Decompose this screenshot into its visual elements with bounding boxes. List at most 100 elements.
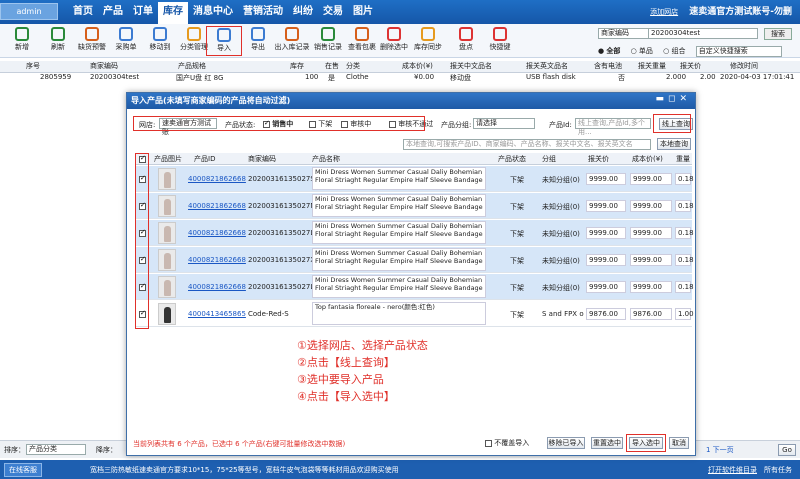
nav-home[interactable]: 首页 <box>68 0 98 24</box>
cost-input[interactable]: 9999.00 <box>630 254 672 266</box>
nav-trade[interactable]: 交易 <box>318 0 348 24</box>
weight-input[interactable]: 0.18 <box>675 200 694 212</box>
toolbar-alert-button[interactable]: 缺货预警 <box>74 26 110 56</box>
cost-input[interactable]: 9999.00 <box>630 173 672 185</box>
nav-marketing[interactable]: 营销活动 <box>238 0 288 24</box>
product-name[interactable]: Mini Dress Women Summer Casual Daliy Boh… <box>312 167 486 190</box>
local-query-button[interactable]: 本地查询 <box>657 138 691 150</box>
declared-price-input[interactable]: 9876.00 <box>586 308 626 320</box>
table-row[interactable]: 2805959 20200304test 国产U盘 红 8G 100 是 Clo… <box>0 73 800 85</box>
shortcut-icon <box>493 27 507 41</box>
cancel-button[interactable]: 取消 <box>669 437 689 449</box>
catalog-link[interactable]: 打开软件维目录 <box>708 465 757 475</box>
nav-order[interactable]: 订单 <box>128 0 158 24</box>
toolbar-sales-button[interactable]: 销售记录 <box>310 26 346 56</box>
product-status: 下架 <box>510 311 524 319</box>
pager[interactable]: 1 下一页 <box>706 445 734 455</box>
toolbar-purchase-button[interactable]: 采购单 <box>108 26 144 56</box>
window-controls[interactable]: ▬◻✕ <box>655 94 691 104</box>
user-badge[interactable]: admin <box>0 3 58 20</box>
product-name[interactable]: Mini Dress Women Summer Casual Daliy Boh… <box>312 194 486 217</box>
merchant-code: 20200316135027S <box>248 175 315 183</box>
declared-price-input[interactable]: 9999.00 <box>586 281 626 293</box>
product-name[interactable]: Mini Dress Women Summer Casual Daliy Boh… <box>312 221 486 244</box>
delete-icon <box>387 27 401 41</box>
weight-input[interactable]: 0.18 <box>675 227 694 239</box>
quick-search-select[interactable]: 自定义快捷搜索 <box>695 46 782 57</box>
product-name[interactable]: Mini Dress Women Summer Casual Daliy Boh… <box>312 275 486 298</box>
product-id-link[interactable]: 4000821862668 <box>188 202 246 210</box>
online-service-button[interactable]: 在线客服 <box>4 463 42 477</box>
declared-price-input[interactable]: 9999.00 <box>586 227 626 239</box>
toolbar-package-button[interactable]: 查看包裹 <box>344 26 380 56</box>
declared-price-input[interactable]: 9999.00 <box>586 173 626 185</box>
main-nav: 首页 产品 订单 库存 消息中心 营销活动 纠纷 交易 图片 <box>68 0 378 24</box>
all-tasks[interactable]: 所有任务 <box>764 465 792 475</box>
cost-input[interactable]: 9999.00 <box>630 200 672 212</box>
toolbar-sync-button[interactable]: 库存同步 <box>410 26 446 56</box>
toolbar-move-button[interactable]: 移动到 <box>142 26 178 56</box>
radio-combo[interactable]: ○ 组合 <box>663 47 685 55</box>
radio-single[interactable]: ○ 单品 <box>631 47 653 55</box>
nav-messages[interactable]: 消息中心 <box>188 0 238 24</box>
toolbar-new-button[interactable]: 新增 <box>4 26 40 56</box>
table-row[interactable]: 400082186266820200316135027XIMini Dress … <box>136 247 694 273</box>
add-shop-link[interactable]: 添加网店 <box>650 8 678 16</box>
product-thumbnail <box>158 222 176 244</box>
sort-select[interactable]: 产品分类 <box>26 444 86 455</box>
radio-all[interactable]: ● 全部 <box>598 47 620 55</box>
nav-product[interactable]: 产品 <box>98 0 128 24</box>
weight-input[interactable]: 1.00 <box>675 308 694 320</box>
skip-overwrite-checkbox[interactable]: 不覆盖导入 <box>485 438 529 448</box>
table-row[interactable]: 400082186266820200316135027MMini Dress W… <box>136 193 694 219</box>
table-row[interactable]: 4000413465865Code-Red-S Top fantasia flor… <box>136 301 694 327</box>
declared-price-input[interactable]: 9999.00 <box>586 254 626 266</box>
toolbar-export-button[interactable]: 导出 <box>240 26 276 56</box>
table-row[interactable]: 400082186266820200316135027L2Mini Dress … <box>136 274 694 300</box>
product-id-link[interactable]: 4000821862668 <box>188 229 246 237</box>
weight-input[interactable]: 0.18 <box>675 254 694 266</box>
product-group: 未知分组(0) <box>542 203 580 211</box>
go-button[interactable]: Go <box>778 444 796 456</box>
selection-summary: 当前列表共有 6 个产品，已选中 6 个产品(右键可批量修改选中数据) <box>133 440 346 448</box>
search-scope: ● 全部 ○ 单品 ○ 组合 自定义快捷搜索 <box>598 46 790 57</box>
toolbar-stocktake-button[interactable]: 盘点 <box>448 26 484 56</box>
product-id-link[interactable]: 4000821862668 <box>188 283 246 291</box>
import-dialog: 导入产品(未填写商家编码的产品将自动过滤) ▬◻✕ 网店: 速卖通官方测试账 产… <box>126 92 696 456</box>
local-search-input[interactable]: 本地查询,可搜索产品ID、商家编码、产品名称、报关中文名、报关英文名 <box>403 139 651 150</box>
search-button[interactable]: 搜索 <box>764 28 792 40</box>
product-id-link[interactable]: 4000413465865 <box>188 310 246 318</box>
toolbar-refresh-button[interactable]: 刷新 <box>40 26 76 56</box>
search-field-select[interactable]: 商家编码 <box>598 28 654 39</box>
toolbar-record-button[interactable]: 出入库记录 <box>274 26 310 56</box>
product-name[interactable]: Mini Dress Women Summer Casual Daliy Boh… <box>312 248 486 271</box>
weight-input[interactable]: 0.18 <box>675 173 694 185</box>
product-id-input[interactable]: 线上查询,产品Id,多个用... <box>575 118 651 136</box>
toolbar-import-button[interactable]: 导入 <box>206 26 242 56</box>
table-row[interactable]: 400082186266820200316135027LMini Dress W… <box>136 220 694 246</box>
toolbar-shortcut-button[interactable]: 快捷键 <box>482 26 518 56</box>
account-name[interactable]: 速卖通官方测试账号-勿删 <box>689 7 792 17</box>
product-thumbnail <box>158 303 176 325</box>
weight-input[interactable]: 0.18 <box>675 281 694 293</box>
declared-price-input[interactable]: 9999.00 <box>586 200 626 212</box>
product-id-link[interactable]: 4000821862668 <box>188 175 246 183</box>
nav-inventory[interactable]: 库存 <box>158 2 188 24</box>
reset-selection-button[interactable]: 重置选中 <box>591 437 623 449</box>
toolbar-delete-button[interactable]: 删除选中 <box>376 26 412 56</box>
nav-dispute[interactable]: 纠纷 <box>288 0 318 24</box>
new-icon <box>15 27 29 41</box>
search-input[interactable]: 20200304test <box>648 28 758 39</box>
cost-input[interactable]: 9999.00 <box>630 281 672 293</box>
notice-text[interactable]: 宽档三防热敏纸速卖通官方要求10*15，75*25等型号，宽档牛皮气泡袋等等耗材… <box>90 465 399 475</box>
product-thumbnail <box>158 249 176 271</box>
nav-images[interactable]: 图片 <box>348 0 378 24</box>
group-select[interactable]: 请选择 <box>473 118 535 129</box>
remove-imported-button[interactable]: 移除已导入 <box>547 437 585 449</box>
checkbox-highlight <box>135 153 149 329</box>
product-id-link[interactable]: 4000821862668 <box>188 256 246 264</box>
product-name[interactable]: Top fantasia floreale - nero(颜色:红色) <box>312 302 486 325</box>
cost-input[interactable]: 9876.00 <box>630 308 672 320</box>
table-row[interactable]: 400082186266820200316135027SMini Dress W… <box>136 166 694 192</box>
cost-input[interactable]: 9999.00 <box>630 227 672 239</box>
